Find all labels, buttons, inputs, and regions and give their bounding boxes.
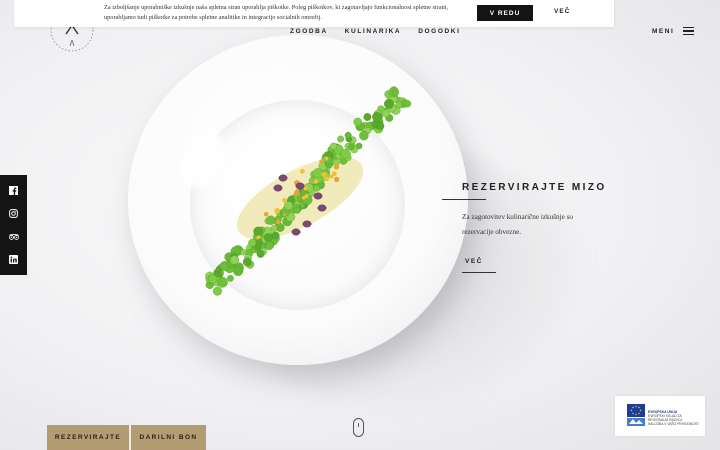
- scroll-dot: [357, 423, 360, 427]
- dish-image: [205, 86, 412, 296]
- reservation-title: REZERVIRAJTE MIZO: [462, 182, 607, 193]
- menu-button[interactable]: MENI: [652, 27, 695, 35]
- divider: [442, 199, 486, 200]
- reservation-text: Za zagotovitev kulinarične izkušnje so r…: [462, 213, 573, 236]
- eu-badge[interactable]: EVROPSKA UNIJA EVROPSKI SKLAD ZA REGIONA…: [615, 396, 705, 436]
- hero-background: [0, 0, 720, 450]
- accept-cookies-button[interactable]: V REDU: [477, 5, 533, 21]
- main-nav: ZGODBA KULINARIKA DOGODKI: [290, 28, 460, 35]
- cookie-banner: Za izboljšanje uporabniške izkušnje naša…: [14, 0, 614, 27]
- tripadvisor-icon[interactable]: [8, 232, 19, 242]
- reserve-button[interactable]: REZERVIRAJTE: [47, 425, 129, 450]
- instagram-icon[interactable]: [9, 209, 19, 219]
- social-bar: [0, 175, 27, 275]
- cookie-text: Za izboljšanje uporabniške izkušnje naša…: [104, 4, 449, 21]
- gift-voucher-button[interactable]: DARILNI BON: [131, 425, 206, 450]
- eu-flag-icon: [627, 404, 645, 426]
- nav-item-zgodba[interactable]: ZGODBA: [290, 28, 328, 35]
- cookie-more-link[interactable]: VEČ: [554, 8, 570, 15]
- facebook-icon[interactable]: [9, 186, 19, 196]
- eu-badge-text: EVROPSKA UNIJA EVROPSKI SKLAD ZA REGIONA…: [648, 410, 700, 426]
- linkedin-icon[interactable]: [9, 255, 19, 265]
- eu-line3: NALOŽBA V VAŠO PRIHODNOST: [648, 422, 700, 426]
- scroll-down-icon[interactable]: [353, 418, 364, 437]
- nav-item-dogodki[interactable]: DOGODKI: [418, 28, 460, 35]
- hamburger-icon: [683, 27, 695, 35]
- nav-item-kulinarika[interactable]: KULINARIKA: [345, 28, 401, 35]
- divider: [462, 272, 496, 273]
- menu-label: MENI: [652, 27, 675, 35]
- reservation-more-link[interactable]: VEČ: [465, 258, 483, 265]
